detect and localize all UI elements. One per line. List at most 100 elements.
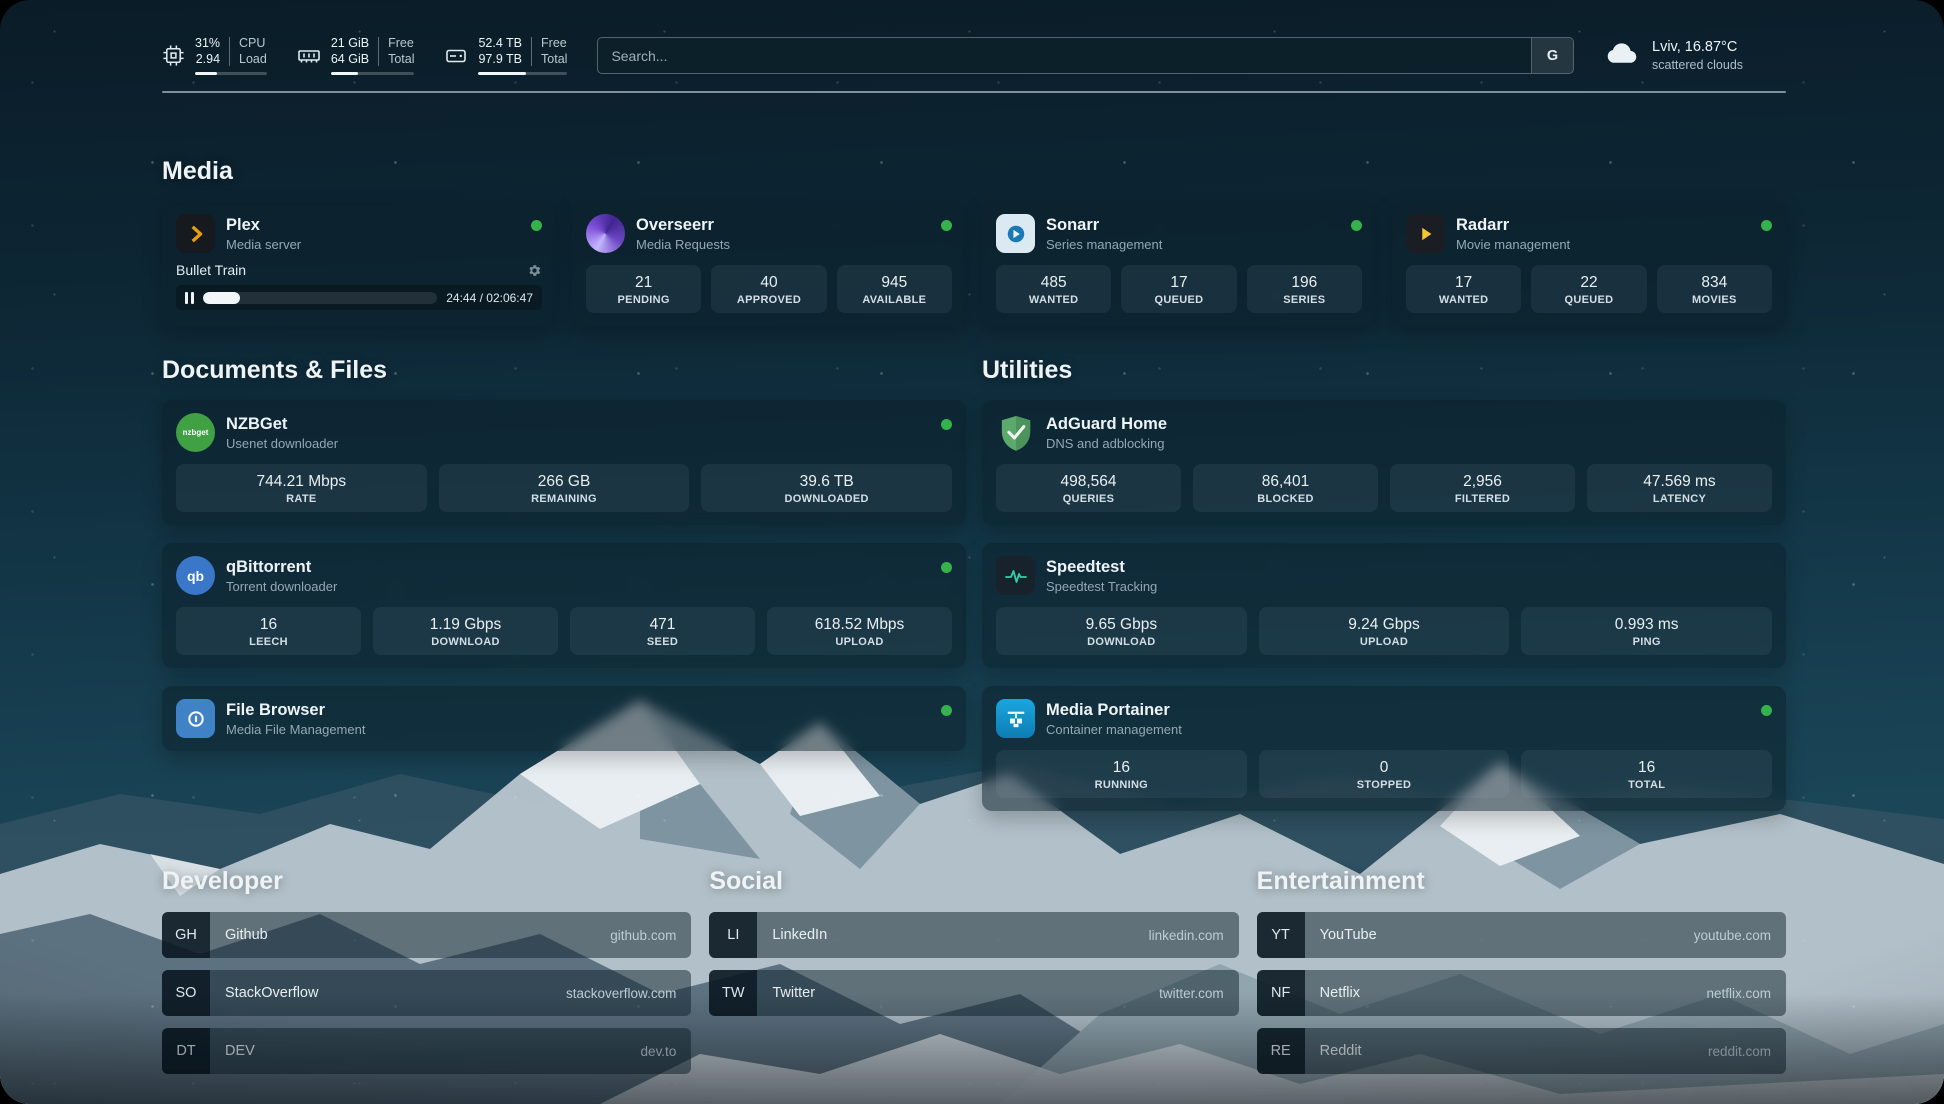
stat-value: 9.65 Gbps	[1000, 615, 1243, 634]
bookmark-youtube[interactable]: YT YouTube youtube.com	[1257, 912, 1786, 958]
bookmark-dev[interactable]: DT DEV dev.to	[162, 1028, 691, 1074]
ram-progress-bar	[331, 72, 415, 75]
status-online-dot	[941, 220, 952, 231]
app-name: AdGuard Home	[1046, 414, 1772, 435]
header-divider	[162, 91, 1786, 93]
plex-card[interactable]: Plex Media server Bullet Train 24:44 / 0…	[162, 201, 556, 326]
app-desc: Series management	[1046, 236, 1340, 253]
status-online-dot	[531, 220, 542, 231]
app-name: Plex	[226, 215, 520, 236]
stat-box: 945 AVAILABLE	[837, 265, 952, 313]
section-title-documents: Documents & Files	[162, 356, 966, 385]
radarr-card[interactable]: Radarr Movie management 17 WANTED 22 QUE…	[1392, 201, 1786, 326]
sonarr-card[interactable]: Sonarr Series management 485 WANTED 17 Q…	[982, 201, 1376, 326]
weather-widget: Lviv, 16.87°C scattered clouds	[1604, 38, 1786, 73]
app-desc: Torrent downloader	[226, 578, 930, 595]
bookmark-url: netflix.com	[1706, 970, 1771, 1016]
stat-box: 0 STOPPED	[1259, 750, 1510, 798]
adguard-card[interactable]: AdGuard Home DNS and adblocking 498,564 …	[982, 400, 1786, 525]
pause-icon[interactable]	[185, 292, 194, 304]
stat-value: 0.993 ms	[1525, 615, 1768, 634]
overseerr-icon	[586, 214, 625, 253]
app-desc: Media server	[226, 236, 520, 253]
bookmark-github[interactable]: GH Github github.com	[162, 912, 691, 958]
stat-box: 2,956 FILTERED	[1390, 464, 1575, 512]
stat-box: 16 LEECH	[176, 607, 361, 655]
stat-value: 9.24 Gbps	[1263, 615, 1506, 634]
utilities-column: Utilities AdGuard Home DNS and adblockin…	[982, 356, 1786, 811]
stat-box: 9.24 Gbps UPLOAD	[1259, 607, 1510, 655]
bookmark-netflix[interactable]: NF Netflix netflix.com	[1257, 970, 1786, 1016]
stat-box: 22 QUEUED	[1531, 265, 1646, 313]
stat-label: DOWNLOADED	[705, 493, 948, 505]
bookmark-stackoverflow[interactable]: SO StackOverflow stackoverflow.com	[162, 970, 691, 1016]
search-engine-button[interactable]: G	[1531, 38, 1573, 73]
cpu-load-value: 2.94	[196, 52, 220, 68]
app-name: Overseerr	[636, 215, 930, 236]
gear-icon[interactable]	[527, 263, 542, 278]
stat-box: 266 GB REMAINING	[439, 464, 690, 512]
radarr-icon	[1406, 214, 1445, 253]
stat-label: SEED	[574, 636, 751, 648]
bookmark-url: github.com	[610, 912, 676, 958]
social-bookmarks: Social LI LinkedIn linkedin.com TW Twitt…	[709, 867, 1238, 1028]
stat-value: 485	[1000, 273, 1107, 292]
stat-label: QUEUED	[1535, 294, 1642, 306]
app-name: Radarr	[1456, 215, 1750, 236]
ram-total-label: Total	[388, 52, 414, 68]
search-input[interactable]	[598, 38, 1531, 73]
cpu-load-label: Load	[239, 52, 267, 68]
search-bar: G	[597, 37, 1574, 74]
nzbget-card[interactable]: nzbget NZBGet Usenet downloader 744.21 M…	[162, 400, 966, 525]
metric-divider	[378, 37, 379, 66]
cpu-icon	[162, 44, 185, 67]
stat-label: LEECH	[180, 636, 357, 648]
stat-box: 618.52 Mbps UPLOAD	[767, 607, 952, 655]
stat-box: 1.19 Gbps DOWNLOAD	[373, 607, 558, 655]
speedtest-card[interactable]: Speedtest Speedtest Tracking 9.65 Gbps D…	[982, 543, 1786, 668]
filebrowser-card[interactable]: File Browser Media File Management	[162, 686, 966, 751]
bookmark-reddit[interactable]: RE Reddit reddit.com	[1257, 1028, 1786, 1074]
bookmark-twitter[interactable]: TW Twitter twitter.com	[709, 970, 1238, 1016]
app-desc: Media File Management	[226, 721, 930, 738]
stat-box: 86,401 BLOCKED	[1193, 464, 1378, 512]
bookmark-tag: GH	[162, 912, 210, 958]
section-title-entertainment: Entertainment	[1257, 867, 1786, 896]
stat-box: 834 MOVIES	[1657, 265, 1772, 313]
bookmark-url: reddit.com	[1708, 1028, 1771, 1074]
overseerr-card[interactable]: Overseerr Media Requests 21 PENDING 40 A…	[572, 201, 966, 326]
stat-label: STOPPED	[1263, 779, 1506, 791]
status-online-dot	[941, 562, 952, 573]
metric-divider	[229, 37, 230, 66]
status-online-dot	[941, 419, 952, 430]
playback-strip: 24:44 / 02:06:47	[176, 285, 542, 310]
stat-label: UPLOAD	[1263, 636, 1506, 648]
stat-label: PENDING	[590, 294, 697, 306]
stat-box: 17 WANTED	[1406, 265, 1521, 313]
disk-total-value: 97.9 TB	[478, 52, 522, 68]
stat-value: 0	[1263, 758, 1506, 777]
portainer-card[interactable]: Media Portainer Container management 16 …	[982, 686, 1786, 811]
section-title-social: Social	[709, 867, 1238, 896]
bookmark-linkedin[interactable]: LI LinkedIn linkedin.com	[709, 912, 1238, 958]
stat-value: 17	[1410, 273, 1517, 292]
stat-label: FILTERED	[1394, 493, 1571, 505]
stat-value: 945	[841, 273, 948, 292]
media-card-grid: Plex Media server Bullet Train 24:44 / 0…	[162, 201, 1786, 326]
stat-label: DOWNLOAD	[377, 636, 554, 648]
bookmark-url: twitter.com	[1159, 970, 1224, 1016]
stat-box: 471 SEED	[570, 607, 755, 655]
stat-value: 196	[1251, 273, 1358, 292]
stat-label: WANTED	[1410, 294, 1517, 306]
stat-label: PING	[1525, 636, 1768, 648]
stat-value: 21	[590, 273, 697, 292]
stat-label: DOWNLOAD	[1000, 636, 1243, 648]
qbittorrent-card[interactable]: qb qBittorrent Torrent downloader 16 LEE…	[162, 543, 966, 668]
stat-box: 498,564 QUERIES	[996, 464, 1181, 512]
portainer-icon	[996, 699, 1035, 738]
app-name: Sonarr	[1046, 215, 1340, 236]
ram-free-value: 21 GiB	[331, 36, 369, 52]
bookmark-name: LinkedIn	[772, 912, 827, 958]
bookmark-name: Reddit	[1320, 1028, 1362, 1074]
bookmark-tag: NF	[1257, 970, 1305, 1016]
